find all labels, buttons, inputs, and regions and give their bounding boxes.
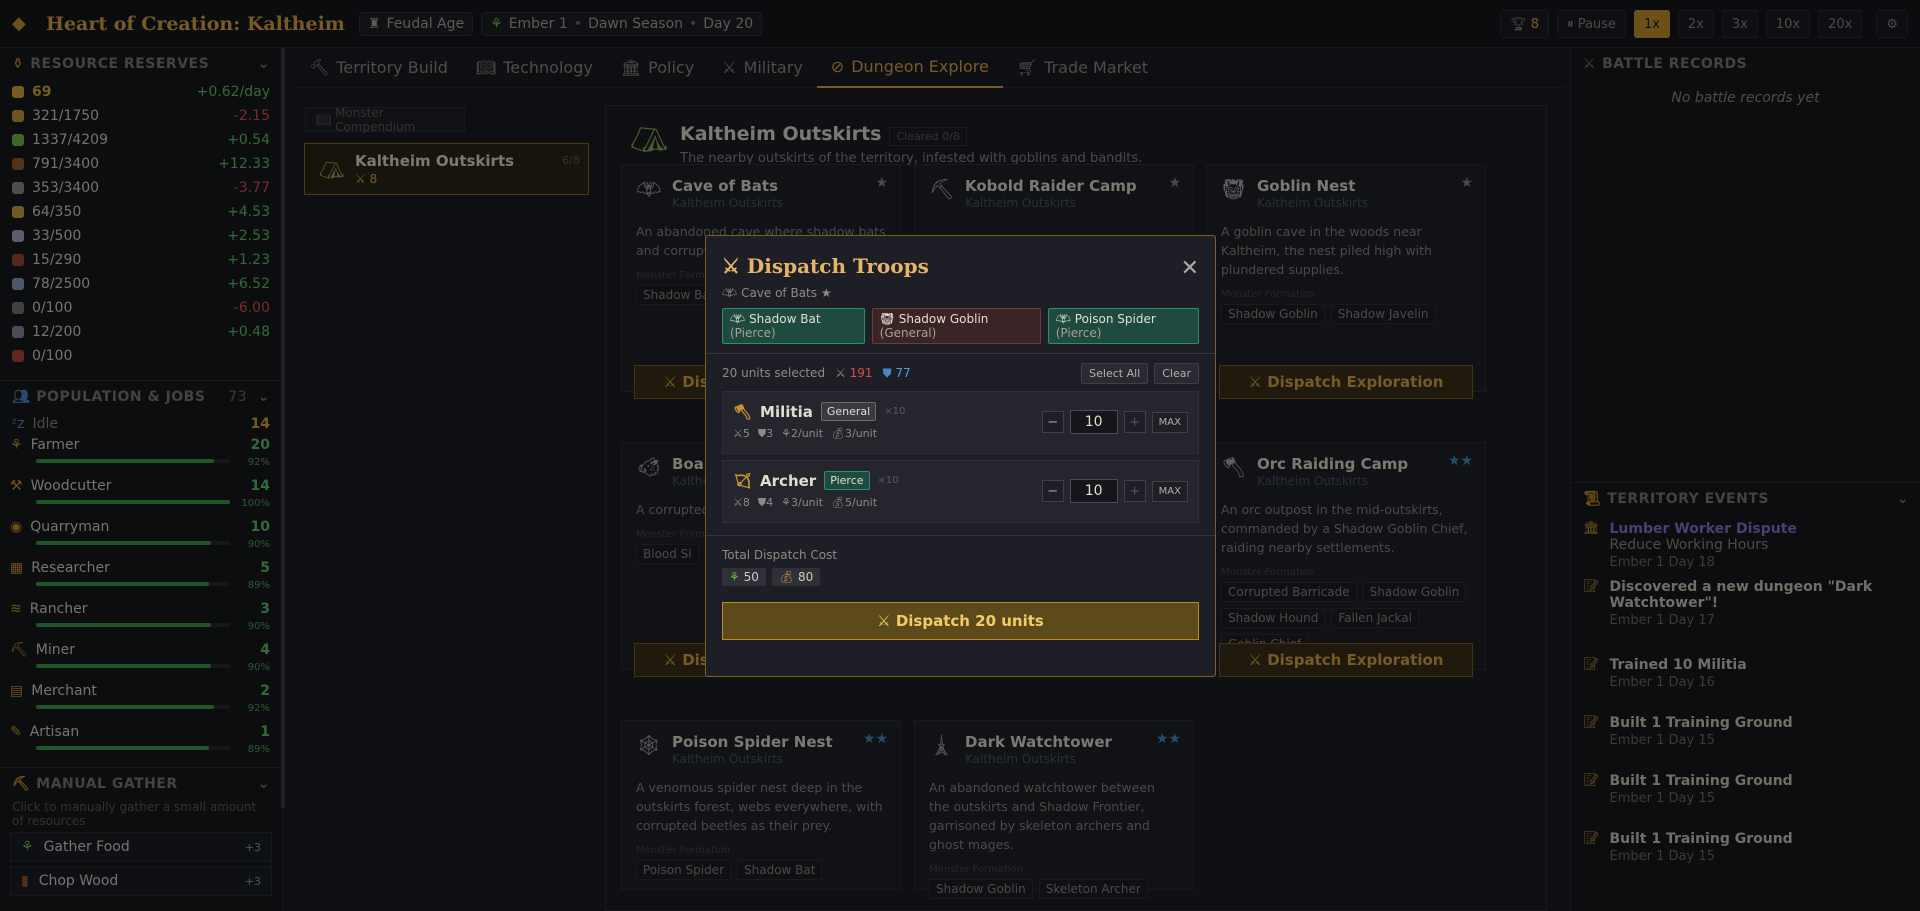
max-button[interactable]: MAX — [1151, 411, 1188, 433]
enemy-tag: 🦇︎ Poison Spider (Pierce) — [1047, 308, 1199, 344]
shield-icon: ⛊ — [882, 366, 892, 380]
clear-button[interactable]: Clear — [1154, 363, 1199, 384]
monster-icon: 🦇︎ — [730, 312, 746, 326]
bow-icon: 🏹︎ — [733, 471, 753, 490]
wheat-icon: ⚘ — [729, 570, 740, 584]
swords-icon: ⚔︎ — [877, 612, 891, 630]
swords-icon: ⚔︎ — [835, 366, 846, 380]
enemy-tag: 🦇︎ Shadow Bat (Pierce) — [722, 308, 865, 344]
swords-icon: ⚔︎ — [722, 254, 740, 278]
cost-food: ⚘ 50 — [722, 568, 766, 586]
selected-count: 20 units selected — [722, 366, 826, 380]
increment-button[interactable]: + — [1123, 411, 1146, 433]
monster-icon: 👹︎ — [879, 312, 895, 326]
moneybag-icon: 💰︎ — [778, 570, 795, 584]
enemy-tag: 👹︎ Shadow Goblin (General) — [871, 308, 1041, 344]
cost-gold: 💰︎ 80 — [771, 568, 821, 586]
unit-row: 🏹︎ Archer Pierce ×10 ⚔8 ⛊4 ⚘3/unit 💰︎5/unit −10 +… — [722, 460, 1199, 523]
enemy-tags: 🦇︎ Shadow Bat (Pierce) 👹︎ Shadow Goblin (… — [722, 308, 1199, 344]
attack-total: ⚔︎ 191 — [835, 366, 873, 380]
decrement-button[interactable]: − — [1041, 480, 1064, 502]
increment-button[interactable]: + — [1123, 480, 1146, 502]
close-icon[interactable]: ✕ — [1181, 256, 1199, 281]
unit-row: 🪓︎ Militia General ×10 ⚔5 ⛊3 ⚘2/unit 💰︎3/unit −1… — [722, 391, 1199, 454]
axe-icon: 🪓︎ — [733, 402, 753, 421]
modal-subtitle: 🦇︎ Cave of Bats ★ — [722, 286, 832, 300]
monster-icon: 🦇︎ — [1055, 312, 1071, 326]
max-button[interactable]: MAX — [1151, 480, 1188, 502]
dispatch-units-button[interactable]: ⚔︎ Dispatch 20 units — [722, 602, 1199, 640]
dispatch-troops-modal: ⚔︎ Dispatch Troops ✕ 🦇︎ Cave of Bats ★ 🦇… — [705, 235, 1216, 677]
select-all-button[interactable]: Select All — [1081, 363, 1149, 384]
defense-total: ⛊ 77 — [882, 366, 911, 380]
bat-icon: 🦇︎ — [722, 286, 738, 300]
quantity-input[interactable]: 10 — [1069, 479, 1118, 503]
unit-list: 🪓︎ Militia General ×10 ⚔5 ⛊3 ⚘2/unit 💰︎3/unit −1… — [706, 391, 1215, 523]
quantity-input[interactable]: 10 — [1069, 410, 1118, 434]
star-icon: ★ — [820, 286, 832, 300]
modal-title: ⚔︎ Dispatch Troops — [722, 254, 929, 278]
decrement-button[interactable]: − — [1041, 411, 1064, 433]
total-cost: Total Dispatch Cost ⚘ 50 💰︎ 80 — [706, 535, 1215, 598]
